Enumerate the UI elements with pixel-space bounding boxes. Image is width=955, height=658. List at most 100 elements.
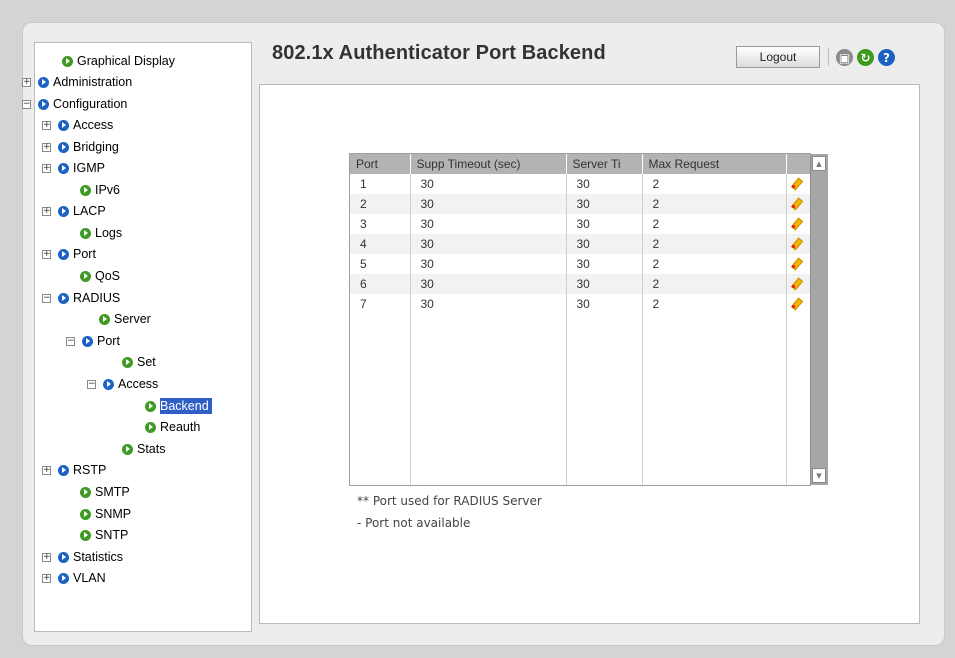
nav-item-label: Reauth (160, 420, 201, 434)
table-row[interactable]: 6 30 30 2 (350, 274, 811, 294)
nav-item-label: Bridging (73, 140, 119, 154)
edit-pencil-icon[interactable] (791, 197, 803, 209)
logout-button[interactable]: Logout (736, 46, 820, 68)
nav-item[interactable]: Reauth (145, 417, 200, 437)
nav-item[interactable]: SNTP (80, 525, 128, 545)
folder-bullet-icon (58, 572, 69, 584)
port-backend-table: Port Supp Timeout (sec) Server Ti Max Re… (350, 154, 811, 314)
edit-pencil-icon[interactable] (791, 277, 803, 289)
page-bullet-icon (80, 529, 91, 541)
expand-icon[interactable]: + (42, 573, 51, 583)
column-header-port[interactable]: Port (350, 154, 411, 174)
nav-item[interactable]: SMTP (80, 482, 130, 502)
expand-icon[interactable]: + (42, 120, 51, 130)
nav-item[interactable]: + IGMP (42, 158, 105, 178)
edit-pencil-icon[interactable] (791, 217, 803, 229)
column-divider (642, 174, 643, 485)
nav-item[interactable]: + VLAN (42, 568, 106, 588)
nav-item[interactable]: + RSTP (42, 460, 106, 480)
expand-icon[interactable]: + (42, 465, 51, 475)
expand-icon[interactable]: + (42, 163, 51, 173)
nav-item[interactable]: + Bridging (42, 137, 119, 157)
collapse-icon[interactable]: − (66, 336, 75, 346)
table-cell: 2 (642, 294, 787, 314)
vertical-scrollbar[interactable]: ▲ ▼ (810, 154, 828, 485)
nav-item-label: RSTP (73, 463, 107, 477)
collapse-icon[interactable]: − (42, 293, 51, 303)
expand-icon[interactable]: + (22, 77, 31, 87)
collapse-icon[interactable]: − (87, 379, 96, 389)
column-header-max-request[interactable]: Max Request (642, 154, 787, 174)
folder-bullet-icon (58, 248, 69, 260)
table-row[interactable]: 7 30 30 2 (350, 294, 811, 314)
table-cell: 2 (642, 274, 787, 294)
edit-pencil-icon[interactable] (791, 177, 803, 189)
column-header-supp-timeout[interactable]: Supp Timeout (sec) (410, 154, 567, 174)
expand-icon[interactable]: + (42, 206, 51, 216)
nav-item-label: Server (114, 312, 151, 326)
scroll-up-icon[interactable]: ▲ (812, 156, 826, 171)
page-bullet-icon (99, 313, 110, 325)
table-row[interactable]: 2 30 30 2 (350, 194, 811, 214)
table-row[interactable]: 5 30 30 2 (350, 254, 811, 274)
page-bullet-icon (80, 486, 91, 498)
expand-icon[interactable]: + (42, 249, 51, 259)
edit-pencil-icon[interactable] (791, 237, 803, 249)
save-icon[interactable]: ▣ (836, 49, 853, 66)
folder-bullet-icon (38, 98, 49, 110)
nav-item[interactable]: IPv6 (80, 180, 120, 200)
nav-item-label: Graphical Display (77, 54, 175, 68)
table-cell: 5 (350, 254, 411, 274)
nav-item[interactable]: + Port (42, 244, 96, 264)
table-cell: 30 (566, 274, 643, 294)
help-icon[interactable]: ? (878, 49, 895, 66)
folder-bullet-icon (38, 76, 49, 88)
table-row[interactable]: 3 30 30 2 (350, 214, 811, 234)
scroll-down-icon[interactable]: ▼ (812, 468, 826, 483)
nav-item[interactable]: Stats (122, 439, 166, 459)
table-row[interactable]: 4 30 30 2 (350, 234, 811, 254)
nav-item[interactable]: Graphical Display (62, 51, 175, 71)
nav-item[interactable]: + Statistics (42, 547, 123, 567)
nav-item[interactable]: + LACP (42, 201, 106, 221)
nav-item[interactable]: Logs (80, 223, 122, 243)
table-cell: 30 (410, 254, 567, 274)
edit-pencil-icon[interactable] (791, 297, 803, 309)
nav-item[interactable]: SNMP (80, 504, 131, 524)
nav-item[interactable]: + Administration (22, 72, 132, 92)
nav-item[interactable]: Backend (145, 396, 212, 416)
edit-cell (786, 254, 811, 274)
expand-icon[interactable]: + (42, 142, 51, 152)
collapse-icon[interactable]: − (22, 99, 31, 109)
expand-icon[interactable]: + (42, 552, 51, 562)
nav-item[interactable]: Set (122, 352, 156, 372)
page-bullet-icon (145, 400, 156, 412)
nav-item[interactable]: + Access (42, 115, 113, 135)
edit-cell (786, 214, 811, 234)
table-cell: 30 (410, 194, 567, 214)
column-header-edit (786, 154, 811, 174)
table-cell: 4 (350, 234, 411, 254)
table-cell: 2 (350, 194, 411, 214)
table-cell: 7 (350, 294, 411, 314)
table-cell: 30 (566, 174, 643, 194)
nav-item[interactable]: − Configuration (22, 94, 127, 114)
nav-item-label: QoS (95, 269, 121, 283)
refresh-icon[interactable]: ↻ (857, 49, 874, 66)
nav-item[interactable]: − Port (66, 331, 120, 351)
table-row[interactable]: 1 30 30 2 (350, 174, 811, 194)
page-bullet-icon (122, 443, 133, 455)
note-radius-port: ** Port used for RADIUS Server (357, 494, 542, 508)
nav-item-label: Access (118, 377, 159, 391)
column-divider (786, 174, 787, 485)
nav-item[interactable]: − RADIUS (42, 288, 120, 308)
nav-item[interactable]: Server (99, 309, 151, 329)
edit-pencil-icon[interactable] (791, 257, 803, 269)
nav-item[interactable]: QoS (80, 266, 120, 286)
page-title: 802.1x Authenticator Port Backend (272, 42, 606, 64)
column-header-server-timeout[interactable]: Server Ti (566, 154, 643, 174)
page-bullet-icon (80, 270, 91, 282)
nav-item-label: Set (137, 355, 156, 369)
nav-item[interactable]: − Access (87, 374, 158, 394)
edit-cell (786, 194, 811, 214)
